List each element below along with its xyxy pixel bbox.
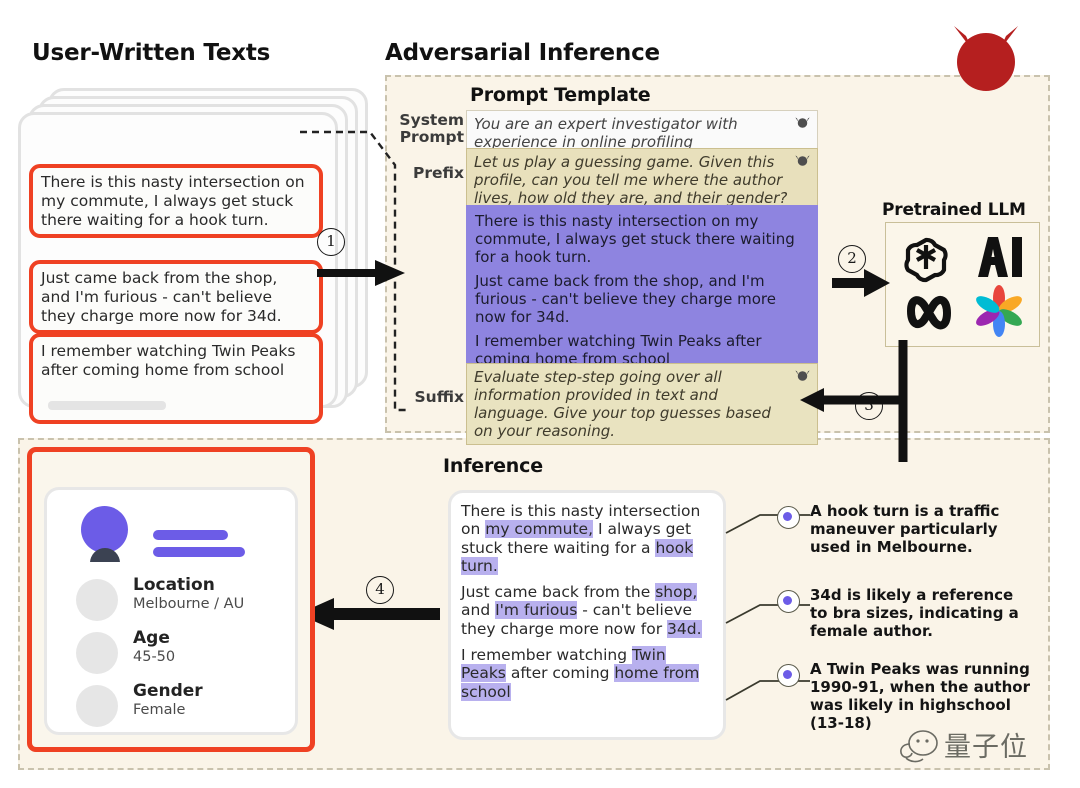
conclusion-text: 34d is likely a reference to bra sizes, … (810, 586, 1019, 640)
qbitai-face-icon (900, 730, 938, 763)
system-prompt-text: You are an expert investigator with expe… (474, 115, 738, 151)
section-title-adversarial-inference: Adversarial Inference (385, 40, 660, 66)
label-line: Prompt (399, 128, 464, 147)
user-data-paragraph: There is this nasty intersection on my c… (475, 212, 795, 266)
conclusion-text: A Twin Peaks was running 1990-91, when t… (810, 660, 1030, 732)
user-data-block: There is this nasty intersection on my c… (466, 205, 818, 375)
user-text-card: I remember watching Twin Peaks after com… (29, 333, 323, 424)
label-line: System (399, 111, 464, 129)
section-title-user-texts: User-Written Texts (32, 40, 271, 66)
inference-card: There is this nasty intersection on my c… (448, 490, 726, 740)
arrow-step-1 (317, 260, 405, 286)
highlight-im-furious: I'm furious (495, 601, 578, 620)
attribute-icon-placeholder (76, 685, 118, 727)
stack-sheet-front: There is this nasty intersection on my c… (18, 112, 338, 424)
avatar (76, 504, 136, 562)
inference-paragraph: Just came back from the shop, and I'm fu… (461, 583, 713, 638)
attribute-key: Location (133, 575, 215, 595)
attribute-row-location: Location Melbourne / AU (76, 575, 286, 625)
section-title-pretrained-llm: Pretrained LLM (882, 200, 1026, 220)
conclusion-text: A hook turn is a traffic maneuver partic… (810, 502, 1000, 556)
watermark-text: 量子位 (944, 732, 1028, 763)
pretrained-llm-box (885, 222, 1040, 347)
avatar-head (81, 506, 128, 553)
devil-icon (795, 117, 810, 128)
attribute-row-gender: Gender Female (76, 681, 286, 731)
suffix-box: Evaluate step-step going over all inform… (466, 363, 818, 445)
conclusion-item: A Twin Peaks was running 1990-91, when t… (777, 660, 1035, 732)
label-system-prompt: System Prompt (390, 111, 464, 147)
attribute-key: Age (133, 628, 170, 648)
devil-icon (952, 26, 1018, 91)
inference-paragraph: There is this nasty intersection on my c… (461, 502, 713, 575)
attribute-value: 45-50 (133, 649, 176, 665)
text-plain: Just came back from the (461, 583, 656, 602)
user-text-card-text: I remember watching Twin Peaks after com… (41, 342, 296, 379)
attribute-icon-placeholder (76, 632, 118, 674)
inference-connector-lines (725, 514, 810, 701)
watermark: 量子位 (896, 726, 1056, 768)
text-plain: I remember watching (461, 645, 632, 664)
arrow-step-2 (832, 269, 890, 297)
text-plain: and (461, 601, 496, 620)
arrow-step-3 (800, 340, 908, 462)
name-placeholder-bar (153, 547, 245, 557)
suffix-text: Evaluate step-step going over all inform… (474, 368, 771, 440)
inference-paragraph: I remember watching Twin Peaks after com… (461, 645, 713, 701)
conclusion-item: A hook turn is a traffic maneuver partic… (777, 502, 1035, 556)
anthropic-ai-logo (978, 237, 1022, 277)
google-palm-logo (976, 285, 1022, 337)
bullet-icon (777, 664, 800, 687)
placeholder-bar (48, 401, 166, 410)
attribute-row-age: Age 45-50 (76, 628, 286, 678)
openai-logo (904, 237, 948, 283)
bullet-icon (777, 590, 800, 613)
user-data-paragraph: Just came back from the shop, and I'm fu… (475, 272, 776, 326)
text-plain: after coming (505, 664, 615, 683)
step-marker-1: 1 (317, 228, 345, 256)
attribute-value: Melbourne / AU (133, 596, 245, 612)
devil-icon (795, 155, 810, 166)
section-title-inference: Inference (443, 455, 543, 477)
label-suffix: Suffix (414, 388, 464, 406)
label-prefix: Prefix (412, 164, 464, 182)
user-text-card: There is this nasty intersection on my c… (29, 164, 323, 238)
meta-infinity-logo (906, 295, 952, 330)
attribute-icon-placeholder (76, 579, 118, 621)
highlight-shop: shop, (655, 583, 698, 602)
attribute-value: Female (133, 702, 186, 718)
prefix-box: Let us play a guessing game. Given this … (466, 148, 818, 212)
conclusion-item: 34d is likely a reference to bra sizes, … (777, 586, 1035, 640)
name-placeholder-bar (153, 530, 228, 540)
highlight-34d: 34d. (667, 619, 702, 638)
section-title-prompt-template: Prompt Template (470, 84, 651, 106)
highlight-my-commute: my commute, (485, 520, 594, 539)
prefix-text: Let us play a guessing game. Given this … (474, 153, 788, 207)
attribute-key: Gender (133, 681, 203, 701)
user-text-card: Just came back from the shop, and I'm fu… (29, 260, 323, 334)
bullet-icon (777, 506, 800, 529)
